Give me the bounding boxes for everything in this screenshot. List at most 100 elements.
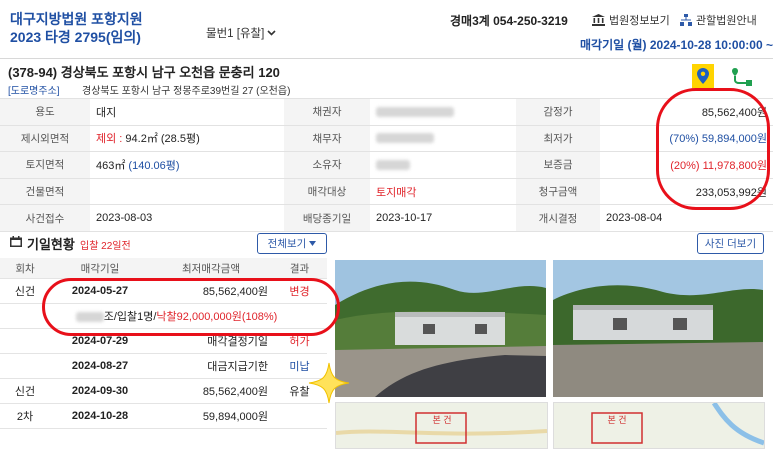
court-phone: 경매3계 054-250-3219 <box>450 14 568 28</box>
amount-cell: 85,562,400원 <box>150 378 272 404</box>
case-filed-label: 사건접수 <box>0 204 90 232</box>
days-until-bid: 입찰 22일전 <box>80 241 131 252</box>
commencement-label: 개시결정 <box>516 204 600 232</box>
history-title: 기일현황 <box>27 237 75 252</box>
result-cell: 변경 <box>272 278 327 304</box>
col-min-price: 최저매각금액 <box>150 258 272 279</box>
claim-amount-value: 233,053,992원 <box>600 177 773 206</box>
property-photo-image <box>553 260 763 397</box>
extra-area-value: 제외 : 94.2㎡ (28.5평) <box>90 124 284 153</box>
view-all-label: 전체보기 <box>267 238 307 250</box>
extra-area-label: 제시외면적 <box>0 124 90 153</box>
date-cell: 2024-05-27 <box>50 278 150 304</box>
road-address: 경상북도 포항시 남구 정몽주로39번길 27 (오천읍) <box>82 86 291 97</box>
more-photos-button[interactable]: 사진 더보기 <box>697 233 764 254</box>
amount-cell: 매각결정기일 <box>150 328 272 354</box>
location-pin-icon <box>697 68 709 84</box>
item-select-label: 물번1 [유찰] <box>206 28 265 40</box>
lot-address: (378-94) 경상북도 포항시 남구 오천읍 문충리 120 <box>8 65 280 80</box>
round-cell: 신건 <box>0 378 50 404</box>
calendar-icon <box>10 236 22 247</box>
table-row: 조/입찰1명/낙찰92,000,000원(108%) <box>0 303 327 329</box>
deposit-value: (20%) 11,978,800원 <box>600 151 773 179</box>
location-pin-button[interactable] <box>692 64 714 88</box>
caret-down-icon <box>309 241 317 246</box>
table-row: 사건접수 2023-08-03 배당종기일 2023-10-17 개시결정 20… <box>0 204 773 232</box>
map-route-button[interactable] <box>730 64 754 88</box>
table-row: 제시외면적 제외 : 94.2㎡ (28.5평) 채무자 최저가 (70%) 5… <box>0 124 773 153</box>
land-area-sqm: 463㎡ <box>96 159 129 172</box>
map-thumbnail-2[interactable]: 본 건 <box>553 402 765 449</box>
date-cell: 2024-10-28 <box>50 403 150 429</box>
dividend-deadline-label: 배당종기일 <box>284 204 370 232</box>
owner-value <box>370 151 516 179</box>
court-name: 대구지방법원 포항지원 <box>10 11 143 27</box>
table-row: 2024-08-27 대금지급기한 미납 <box>0 353 327 379</box>
map-route-icon <box>732 68 752 86</box>
court-building-icon <box>592 14 605 26</box>
dividend-deadline-value: 2023-10-17 <box>370 204 516 232</box>
auction-date: 매각기일 (월) 2024-10-28 10:00:00 ~ <box>580 38 773 52</box>
minimum-price-label: 최저가 <box>516 124 600 153</box>
land-area-label: 토지면적 <box>0 151 90 179</box>
round-cell <box>0 353 50 379</box>
case-filed-value: 2023-08-03 <box>90 204 284 232</box>
appraisal-label: 감정가 <box>516 98 600 126</box>
land-area-value: 463㎡ (140.06평) <box>90 151 284 179</box>
creditor-label: 채권자 <box>284 98 370 126</box>
date-cell: 2024-09-30 <box>50 378 150 404</box>
table-row: 토지면적 463㎡ (140.06평) 소유자 보증금 (20%) 11,978… <box>0 151 773 179</box>
property-photo-1[interactable] <box>335 260 546 397</box>
result-cell: 허가 <box>272 328 327 354</box>
minimum-price-value: (70%) 59,894,000원 <box>600 124 773 153</box>
map-image <box>591 403 764 446</box>
round-cell: 신건 <box>0 278 50 304</box>
bid-result-cell: 조/입찰1명/낙찰92,000,000원(108%) <box>0 303 327 329</box>
sale-target-value: 토지매각 <box>370 177 516 206</box>
building-area-value <box>90 177 284 206</box>
auction-history-table: 회차 매각기일 최저매각금액 결과 신건 2024-05-27 85,562,4… <box>0 258 327 429</box>
redacted-text <box>376 133 434 144</box>
appraisal-value: 85,562,400원 <box>600 98 773 126</box>
map-subject-label: 본 건 <box>607 415 627 425</box>
commencement-value: 2023-08-04 <box>600 204 773 232</box>
col-result: 결과 <box>272 258 327 279</box>
property-photo-2[interactable] <box>553 260 763 397</box>
deposit-label: 보증금 <box>516 151 600 179</box>
winning-bid: 낙찰92,000,000원(108%) <box>156 311 278 323</box>
debtor-label: 채무자 <box>284 124 370 153</box>
view-all-button[interactable]: 전체보기 <box>257 233 327 254</box>
table-row: 용도 대지 채권자 감정가 85,562,400원 <box>0 98 773 126</box>
map-thumbnail-1[interactable]: 본 건 <box>335 402 548 449</box>
chevron-down-icon <box>267 30 276 36</box>
amount-cell: 대금지급기한 <box>150 353 272 379</box>
jurisdiction-link[interactable]: 관할법원안내 <box>680 12 757 28</box>
redacted-text <box>376 160 410 171</box>
sparkle-icon <box>308 362 350 404</box>
map-image <box>336 412 547 444</box>
property-photo-image <box>335 260 546 397</box>
court-info-label: 법원정보보기 <box>609 15 670 27</box>
creditor-value <box>370 98 516 126</box>
item-select[interactable]: 물번1 [유찰] <box>206 25 276 41</box>
amount-cell: 59,894,000원 <box>150 403 272 429</box>
table-row: 2차 2024-10-28 59,894,000원 <box>0 403 327 429</box>
more-photos-label: 사진 더보기 <box>704 238 757 250</box>
date-cell: 2024-08-27 <box>50 353 150 379</box>
map-subject-label: 본 건 <box>432 415 452 425</box>
sale-target-label: 매각대상 <box>284 177 370 206</box>
col-round: 회차 <box>0 258 50 279</box>
extra-area-size: 94.2㎡ (28.5평) <box>125 133 200 146</box>
case-number: 2023 타경 2795(임의) <box>10 29 141 45</box>
property-info-table: 용도 대지 채권자 감정가 85,562,400원 제시외면적 제외 : 94.… <box>0 98 773 232</box>
excluded-tag: 제외 : <box>96 133 126 146</box>
claim-amount-label: 청구금액 <box>516 177 600 206</box>
usage-label: 용도 <box>0 98 90 126</box>
result-cell <box>272 403 327 429</box>
court-info-link[interactable]: 법원정보보기 <box>592 12 670 28</box>
table-row: 신건 2024-05-27 85,562,400원 변경 <box>0 278 327 304</box>
land-area-pyeong: (140.06평) <box>128 159 180 172</box>
owner-label: 소유자 <box>284 151 370 179</box>
jurisdiction-label: 관할법원안내 <box>696 15 757 27</box>
header-divider <box>0 58 773 59</box>
